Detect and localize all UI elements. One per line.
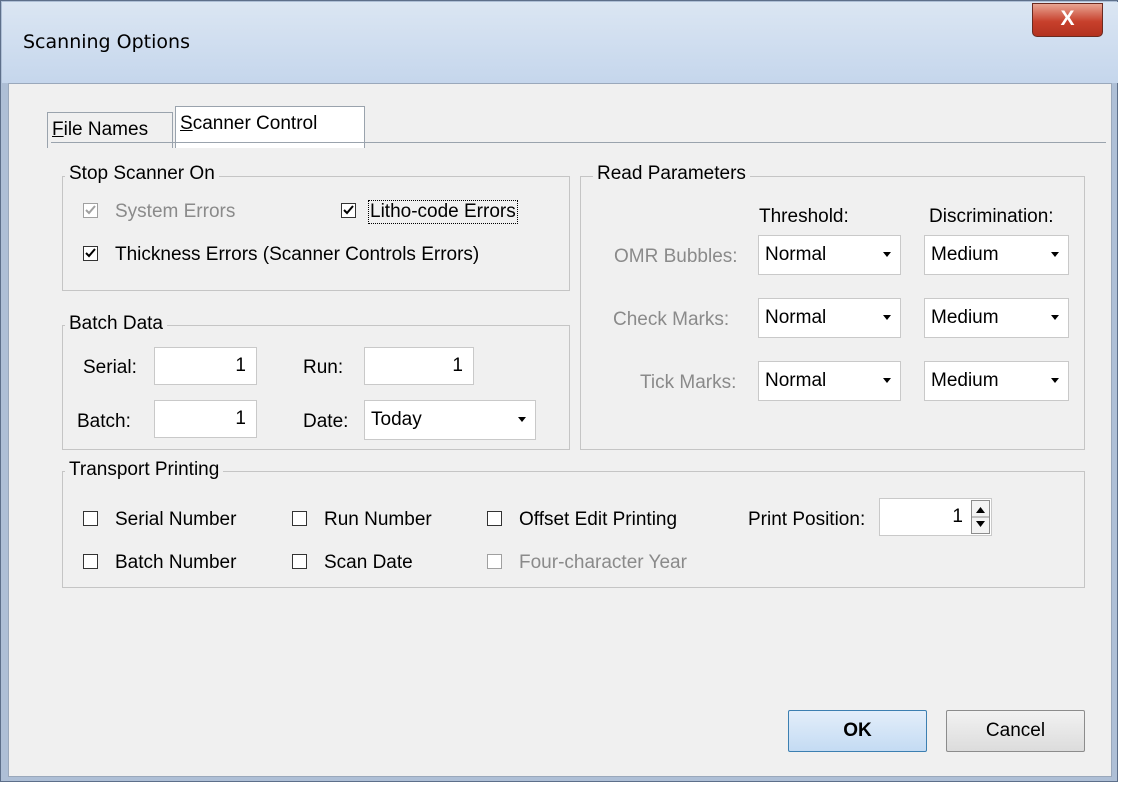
check-marks-label: Check Marks: — [613, 309, 730, 330]
discrimination-header: Discrimination: — [929, 206, 1054, 227]
window-title: Scanning Options — [23, 31, 190, 53]
date-label: Date: — [303, 411, 349, 432]
batch-label: Batch: — [77, 411, 131, 432]
thickness-errors-checkbox[interactable] — [83, 246, 98, 261]
tab-scanner-control-accel: S — [180, 113, 193, 134]
run-label: Run: — [303, 357, 344, 378]
read-parameters-title: Read Parameters — [593, 163, 750, 185]
batch-number-checkbox[interactable] — [83, 554, 98, 569]
omr-threshold-select[interactable]: Normal — [758, 235, 901, 275]
tab-scanner-control-label: canner Control — [192, 113, 318, 134]
checkmark-icon — [85, 205, 96, 215]
omr-discrimination-select[interactable]: Medium — [924, 235, 1069, 275]
chevron-down-icon — [883, 252, 891, 257]
tick-discrimination-value: Medium — [931, 370, 999, 391]
tab-file-names-accel: F — [52, 119, 64, 140]
run-number-label: Run Number — [324, 509, 432, 530]
tick-threshold-value: Normal — [765, 370, 827, 391]
chevron-down-icon — [1051, 252, 1059, 257]
run-input[interactable]: 1 — [364, 347, 474, 385]
run-number-checkbox[interactable] — [292, 511, 307, 526]
date-select-value: Today — [371, 409, 422, 430]
check-threshold-value: Normal — [765, 307, 827, 328]
check-discrimination-select[interactable]: Medium — [924, 298, 1069, 338]
print-position-spinner[interactable] — [971, 500, 990, 534]
batch-number-label: Batch Number — [115, 552, 237, 573]
tick-threshold-select[interactable]: Normal — [758, 361, 901, 401]
serial-number-label: Serial Number — [115, 509, 237, 530]
transport-printing-title: Transport Printing — [65, 459, 224, 481]
serial-label: Serial: — [83, 357, 137, 378]
check-discrimination-value: Medium — [931, 307, 999, 328]
dialog-window: Scanning Options X File Names Scanner Co… — [0, 0, 1118, 782]
thickness-errors-label: Thickness Errors (Scanner Controls Error… — [115, 244, 480, 265]
stop-scanner-group — [62, 176, 570, 291]
threshold-header: Threshold: — [759, 206, 849, 227]
date-select[interactable]: Today — [364, 400, 536, 440]
close-icon: X — [1060, 7, 1075, 30]
chevron-down-icon — [518, 417, 526, 422]
chevron-down-icon — [1051, 315, 1059, 320]
system-errors-label: System Errors — [115, 201, 236, 222]
batch-input[interactable]: 1 — [154, 400, 257, 438]
close-button[interactable]: X — [1032, 3, 1103, 37]
batch-data-title: Batch Data — [65, 313, 167, 335]
serial-number-checkbox[interactable] — [83, 511, 98, 526]
four-char-year-label: Four-character Year — [519, 552, 687, 573]
litho-errors-checkbox[interactable] — [341, 203, 356, 218]
tab-file-names-label: ile Names — [63, 119, 149, 140]
chevron-down-icon — [883, 315, 891, 320]
four-char-year-checkbox[interactable] — [487, 554, 502, 569]
cancel-button[interactable]: Cancel — [946, 710, 1085, 752]
chevron-down-icon — [1051, 378, 1059, 383]
print-position-label: Print Position: — [748, 509, 866, 530]
checkmark-icon — [85, 248, 96, 258]
tick-marks-label: Tick Marks: — [640, 372, 737, 393]
omr-threshold-value: Normal — [765, 244, 827, 265]
litho-errors-label: Litho-code Errors — [368, 200, 518, 224]
spinner-arrows-icon — [972, 507, 989, 527]
offset-edit-label: Offset Edit Printing — [519, 509, 678, 530]
scan-date-checkbox[interactable] — [292, 554, 307, 569]
serial-input[interactable]: 1 — [154, 347, 257, 385]
omr-discrimination-value: Medium — [931, 244, 999, 265]
chevron-down-icon — [883, 378, 891, 383]
dialog-client-area: File Names Scanner Control Stop Scanner … — [8, 83, 1112, 777]
stop-scanner-title: Stop Scanner On — [65, 163, 219, 185]
omr-bubbles-label: OMR Bubbles: — [614, 246, 738, 267]
system-errors-checkbox[interactable] — [83, 203, 98, 218]
offset-edit-checkbox[interactable] — [487, 511, 502, 526]
checkmark-icon — [343, 205, 354, 215]
scan-date-label: Scan Date — [324, 552, 413, 573]
ok-button[interactable]: OK — [788, 710, 927, 752]
tick-discrimination-select[interactable]: Medium — [924, 361, 1069, 401]
tab-strip-line — [51, 142, 1106, 143]
check-threshold-select[interactable]: Normal — [758, 298, 901, 338]
